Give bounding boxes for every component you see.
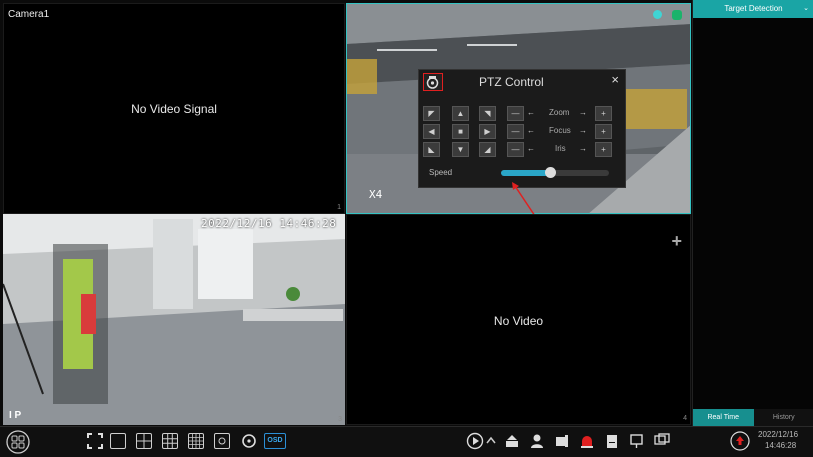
iris-open-button[interactable]: + xyxy=(595,142,612,157)
chevron-down-icon[interactable]: ⌄ xyxy=(803,0,809,18)
network-icon[interactable] xyxy=(628,432,646,450)
tile-number: 1 xyxy=(337,204,341,211)
no-video-signal-text: No Video Signal xyxy=(4,102,344,116)
left-arrow: ← xyxy=(527,108,535,117)
focus-far-button[interactable]: + xyxy=(595,124,612,139)
zoom-in-button[interactable]: + xyxy=(595,106,612,121)
layout-4-button[interactable] xyxy=(136,433,152,449)
add-camera-button[interactable]: + xyxy=(671,231,682,252)
ptz-camera-icon xyxy=(423,73,443,91)
focus-label: Focus xyxy=(549,126,571,135)
zoom-label: Zoom xyxy=(549,108,569,117)
manual-record-icon[interactable] xyxy=(503,432,521,450)
refresh-icon[interactable] xyxy=(240,432,258,450)
speed-slider-fill xyxy=(501,170,550,176)
camera-tile-1[interactable]: Camera1 No Video Signal 1 xyxy=(3,3,345,214)
fullscreen-icon[interactable] xyxy=(86,432,104,450)
panel-header[interactable]: Target Detection ⌄ xyxy=(693,0,813,18)
pan-left-button[interactable]: ◀ xyxy=(423,124,440,139)
system-time: 14:46:28 xyxy=(765,441,796,450)
tilt-down-button[interactable]: ▼ xyxy=(452,142,469,157)
stop-button[interactable]: ■ xyxy=(452,124,469,139)
camera-tile-3[interactable]: 2022/12/16 14:46:28 I P 3 xyxy=(3,214,345,425)
tilt-up-button[interactable]: ▲ xyxy=(452,106,469,121)
ptz-control-dialog: PTZ Control × ◤ ▲ ◥ ◀ ■ ▶ ◣ ▼ ◢ — ← Zoom… xyxy=(418,69,626,188)
pan-up-right-button[interactable]: ◥ xyxy=(479,106,496,121)
bottom-toolbar: OSD 2022/12/16 14:46:28 xyxy=(0,426,813,457)
pan-up-left-button[interactable]: ◤ xyxy=(423,106,440,121)
speed-label: Speed xyxy=(429,168,452,177)
osd-zoom-indicator: X4 xyxy=(369,188,382,201)
osd-button[interactable]: OSD xyxy=(264,433,286,449)
left-arrow: ← xyxy=(527,126,535,135)
panel-title: Target Detection xyxy=(724,4,782,13)
tile-number: 3 xyxy=(338,416,342,423)
tab-real-time[interactable]: Real Time xyxy=(693,409,754,426)
close-icon[interactable]: × xyxy=(611,72,619,87)
motion-status-icon xyxy=(672,10,682,20)
speed-slider[interactable] xyxy=(501,170,609,176)
iris-close-button[interactable]: — xyxy=(507,142,524,157)
custom-layout-button[interactable] xyxy=(214,433,230,449)
start-menu-icon[interactable] xyxy=(6,430,30,454)
left-arrow: ← xyxy=(527,144,535,153)
alarm-icon[interactable] xyxy=(578,432,596,450)
iris-label: Iris xyxy=(555,144,566,153)
display-icon[interactable] xyxy=(653,432,671,450)
tile-number: 4 xyxy=(683,415,687,422)
focus-near-button[interactable]: — xyxy=(507,124,524,139)
video-list-icon[interactable] xyxy=(553,432,571,450)
camera-name: Camera1 xyxy=(8,9,49,20)
chevron-up-icon[interactable] xyxy=(485,432,497,450)
disk-icon[interactable] xyxy=(603,432,621,450)
layout-9-button[interactable] xyxy=(162,433,178,449)
record-status-dot xyxy=(653,10,662,19)
user-icon[interactable] xyxy=(528,432,546,450)
osd-timestamp: 2022/12/16 14:46:28 xyxy=(201,217,336,230)
layout-16-button[interactable] xyxy=(188,433,204,449)
no-video-text: No Video xyxy=(347,314,690,328)
playback-icon[interactable] xyxy=(466,432,484,450)
zoom-out-button[interactable]: — xyxy=(507,106,524,121)
right-arrow: → xyxy=(579,108,587,117)
pan-right-button[interactable]: ▶ xyxy=(479,124,496,139)
osd-ip-label: I P xyxy=(9,410,21,421)
right-arrow: → xyxy=(579,144,587,153)
tab-history[interactable]: History xyxy=(754,409,813,426)
pan-down-right-button[interactable]: ◢ xyxy=(479,142,496,157)
cloud-upgrade-icon[interactable] xyxy=(730,431,750,451)
right-arrow: → xyxy=(579,126,587,135)
camera-3-video xyxy=(3,214,345,425)
target-detection-panel: Target Detection ⌄ Real Time History xyxy=(692,0,813,426)
camera-tile-4[interactable]: + No Video 4 xyxy=(346,214,691,425)
layout-1-button[interactable] xyxy=(110,433,126,449)
panel-tabs: Real Time History xyxy=(693,409,813,426)
pan-down-left-button[interactable]: ◣ xyxy=(423,142,440,157)
speed-slider-handle[interactable] xyxy=(545,167,556,178)
system-date: 2022/12/16 xyxy=(758,430,798,439)
ptz-title: PTZ Control xyxy=(479,75,544,89)
